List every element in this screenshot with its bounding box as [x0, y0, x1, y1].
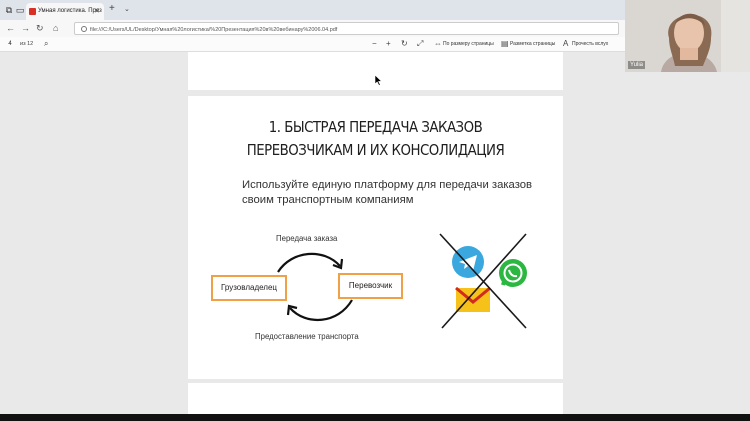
mouse-cursor-icon: [374, 74, 382, 86]
read-aloud-icon[interactable]: A: [563, 39, 568, 49]
pdf-favicon-icon: [29, 8, 36, 15]
messengers-crossed-icon: [439, 233, 527, 329]
arrow-top-curved-icon: [277, 252, 344, 273]
page-layout-icon[interactable]: ▤: [501, 39, 509, 49]
flow-box-shipper: Грузовладелец: [211, 275, 287, 301]
home-icon[interactable]: ⌂: [53, 23, 58, 33]
flow-top-label: Передача заказа: [276, 234, 338, 243]
new-tab-button[interactable]: +: [109, 3, 115, 14]
fit-page-icon[interactable]: ⇔: [434, 39, 442, 49]
page-count: из 12: [20, 41, 34, 47]
fit-icon[interactable]: ⤢: [417, 39, 423, 49]
screen: ⧉ ▭ Умная логистика. През ✕ + ⌄ ← → ↻ ⌂ …: [0, 0, 750, 421]
fit-page-button[interactable]: По размеру страницы: [443, 41, 494, 47]
tab-actions-icon[interactable]: ▭: [14, 4, 26, 16]
tab-list-chevron-icon[interactable]: ⌄: [124, 5, 130, 13]
back-icon[interactable]: ←: [6, 23, 15, 33]
webcam-video-tile: Yulia: [625, 0, 750, 72]
slide-subtitle: Используйте единую платформу для передач…: [242, 179, 533, 206]
slide-title-line1: 1. БЫСТРАЯ ПЕРЕДАЧА ЗАКАЗОВ: [268, 118, 483, 136]
address-bar[interactable]: file:///C:/Users/UL/Desktop/Умная%20логи…: [74, 22, 619, 35]
site-info-icon[interactable]: [81, 26, 87, 32]
read-aloud-button[interactable]: Прочесть вслух: [572, 41, 608, 47]
tab-active[interactable]: Умная логистика. През ✕: [26, 3, 104, 20]
mail-icon: [455, 286, 491, 312]
slide-title: 1. БЫСТРАЯ ПЕРЕДАЧА ЗАКАЗОВ ПЕРЕВОЗЧИКАМ…: [214, 116, 537, 162]
arrow-bottom-curved-icon: [286, 299, 353, 321]
reload-icon[interactable]: ↻: [36, 23, 44, 33]
rotate-icon[interactable]: ↻: [401, 39, 408, 49]
screen-bottom-edge: [0, 414, 750, 421]
whatsapp-icon: [499, 259, 527, 287]
zoom-in-icon[interactable]: +: [386, 39, 391, 49]
participant-name: Yulia: [628, 61, 646, 69]
page-number-input[interactable]: 4: [4, 39, 16, 49]
forward-icon[interactable]: →: [21, 23, 30, 33]
tab-title: Умная логистика. През: [38, 8, 102, 14]
slide-title-line2: ПЕРЕВОЗЧИКАМ И ИХ КОНСОЛИДАЦИЯ: [246, 141, 505, 159]
tab-close-icon[interactable]: ✕: [94, 7, 100, 15]
pdf-page-current: 1. БЫСТРАЯ ПЕРЕДАЧА ЗАКАЗОВ ПЕРЕВОЗЧИКАМ…: [188, 96, 563, 379]
telegram-icon: [452, 246, 484, 278]
flow-bottom-label: Предоставление транспорта: [255, 332, 359, 341]
search-icon[interactable]: ⌕: [44, 39, 48, 49]
pdf-viewer[interactable]: 1. БЫСТРАЯ ПЕРЕДАЧА ЗАКАЗОВ ПЕРЕВОЗЧИКАМ…: [0, 52, 750, 421]
page-layout-button[interactable]: Разметка страницы: [510, 41, 555, 47]
zoom-out-icon[interactable]: −: [372, 39, 377, 49]
address-text: file:///C:/Users/UL/Desktop/Умная%20логи…: [90, 27, 338, 33]
